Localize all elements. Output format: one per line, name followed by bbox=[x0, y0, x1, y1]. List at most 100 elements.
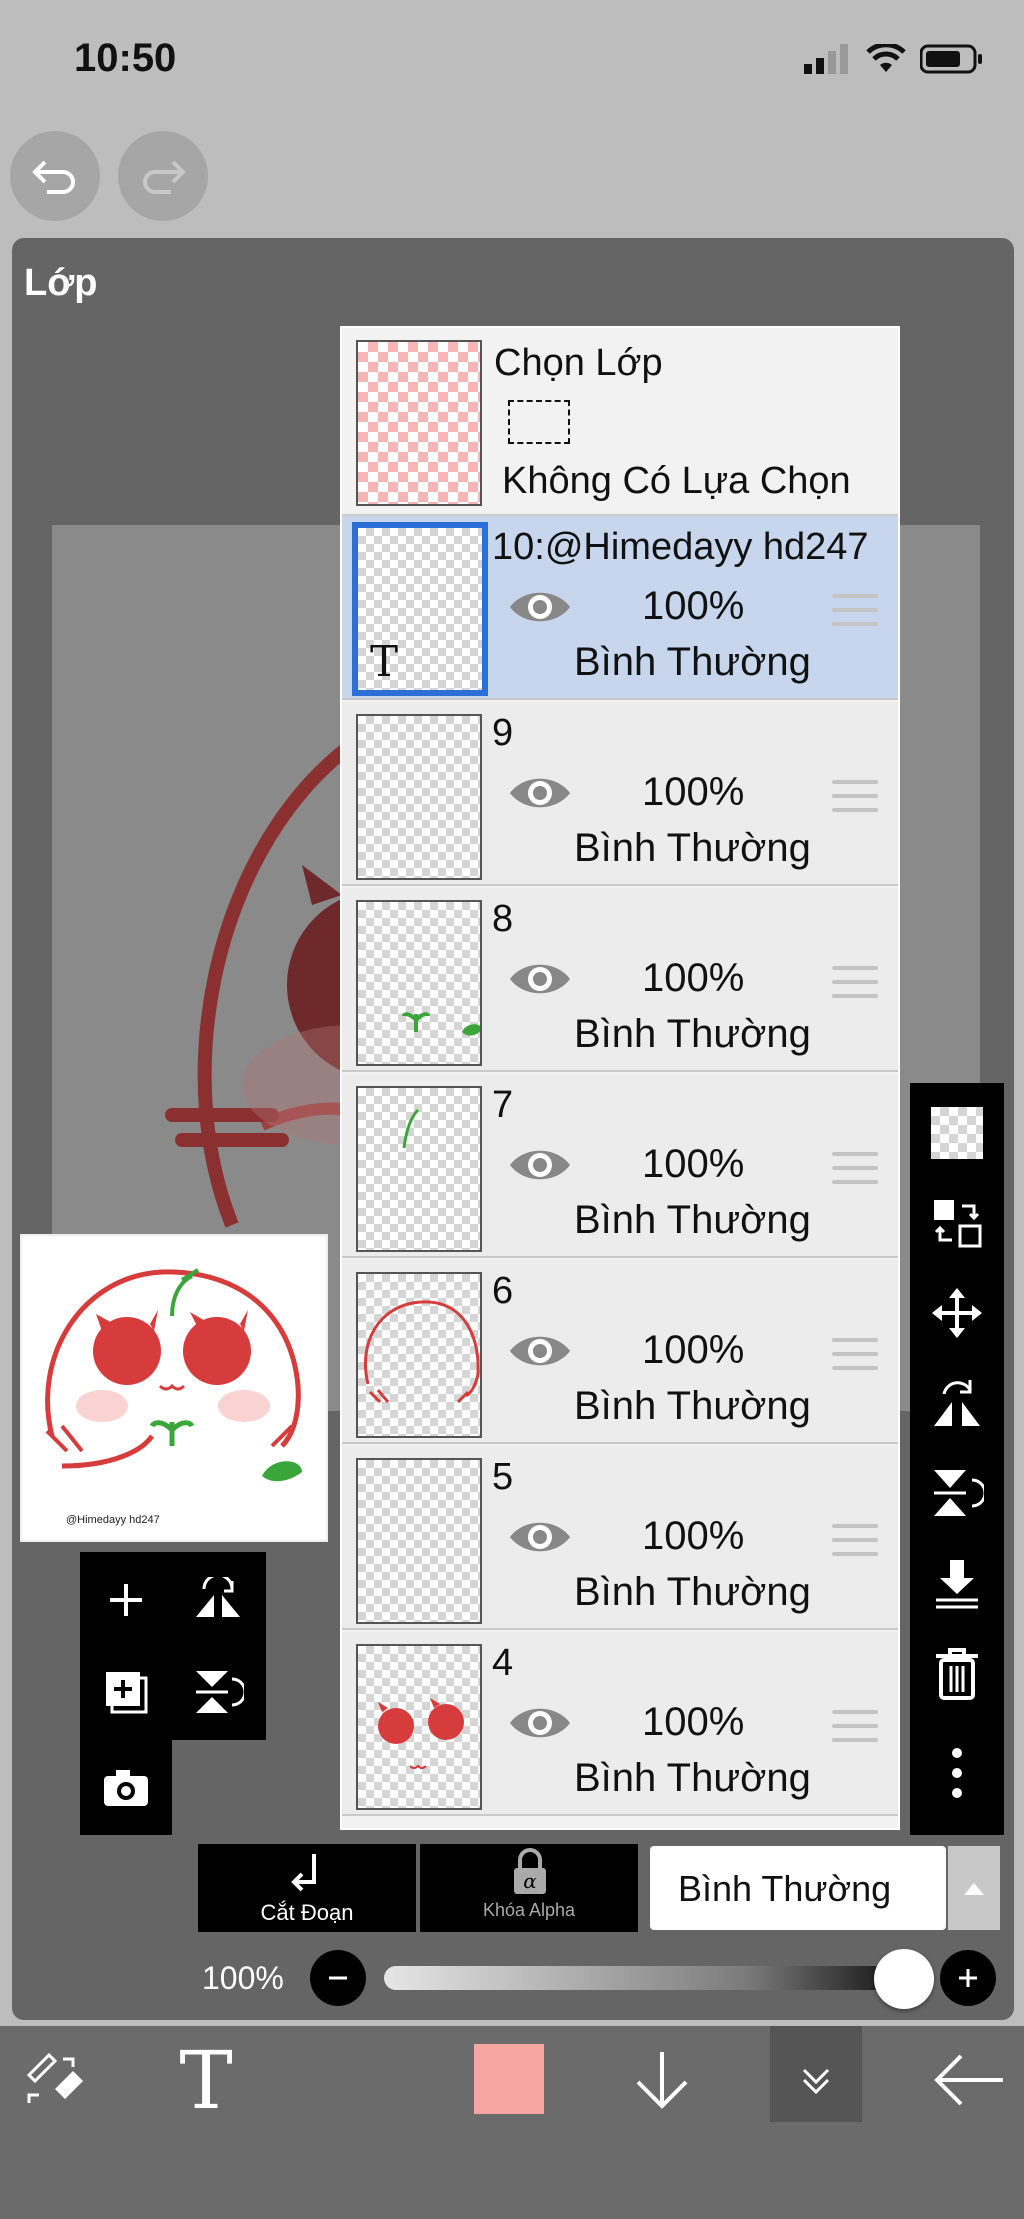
layer-blend-mode: Bình Thường bbox=[574, 640, 811, 684]
opacity-label: 100% bbox=[202, 1960, 284, 1996]
flip-vertical-icon bbox=[196, 1671, 244, 1713]
drag-handle-icon[interactable] bbox=[832, 594, 878, 636]
canvas-thumbnail: @Himedayy hd247 bbox=[20, 1234, 328, 1542]
opacity-decrease-button[interactable] bbox=[310, 1950, 366, 2006]
layer-name: 9 bbox=[492, 712, 514, 754]
flip-vertical-button[interactable] bbox=[188, 1662, 248, 1722]
more-options-button[interactable] bbox=[927, 1743, 987, 1803]
layer-opacity: 100% bbox=[642, 770, 745, 814]
drag-handle-icon[interactable] bbox=[832, 780, 878, 822]
drag-handle-icon[interactable] bbox=[832, 1524, 878, 1566]
collapse-button[interactable] bbox=[776, 2044, 856, 2116]
layer-content bbox=[378, 1698, 464, 1769]
layer-thumbnail bbox=[356, 1458, 482, 1624]
eye-icon[interactable] bbox=[506, 770, 574, 816]
layer-name: 8 bbox=[492, 898, 514, 940]
rotate-flip-button[interactable] bbox=[927, 1373, 987, 1433]
layer-name: 7 bbox=[492, 1084, 514, 1126]
clipping-button[interactable]: Cắt Đoạn bbox=[198, 1844, 416, 1932]
thumbnail-watermark: @Himedayy hd247 bbox=[66, 1514, 160, 1526]
blend-mode-dropdown-button[interactable] bbox=[948, 1846, 1000, 1930]
down-arrow-icon bbox=[636, 2052, 688, 2109]
opacity-slider[interactable] bbox=[384, 1966, 904, 1990]
duplicate-layer-icon bbox=[106, 1672, 148, 1714]
selection-marquee-icon bbox=[508, 400, 570, 444]
eye-icon[interactable] bbox=[506, 1328, 574, 1374]
thumbnail-drawing bbox=[45, 1268, 302, 1482]
layer-list: Chọn Lớp Không Có Lựa Chọn T 10:@Himeday… bbox=[340, 326, 900, 1830]
swap-icon bbox=[934, 1200, 982, 1248]
text-tool-button[interactable]: T bbox=[166, 2036, 246, 2126]
layer-row[interactable]: 4 100% Bình Thường bbox=[342, 1632, 898, 1816]
eye-icon[interactable] bbox=[506, 1142, 574, 1188]
layer-name: 10:@Himedayy hd247 bbox=[492, 526, 869, 568]
eye-icon[interactable] bbox=[506, 956, 574, 1002]
duplicate-layer-button[interactable] bbox=[96, 1662, 156, 1722]
current-color-swatch[interactable] bbox=[474, 2044, 544, 2114]
eraser-icon bbox=[26, 2052, 83, 2103]
blend-mode-select[interactable]: Bình Thường bbox=[650, 1846, 946, 1930]
layer-row[interactable]: 5 100% Bình Thường bbox=[342, 1446, 898, 1630]
right-toolbar bbox=[910, 1083, 1004, 1835]
layer-thumbnail bbox=[356, 1272, 482, 1438]
back-arrow-icon bbox=[934, 2054, 1003, 2106]
drag-handle-icon[interactable] bbox=[832, 1710, 878, 1752]
left-toolbar-bottom bbox=[80, 1740, 172, 1835]
download-button[interactable] bbox=[622, 2040, 702, 2120]
more-icon bbox=[952, 1748, 962, 1798]
layer-content bbox=[363, 1300, 480, 1404]
transparent-layer-button[interactable] bbox=[927, 1103, 987, 1163]
merge-down-icon bbox=[936, 1560, 978, 1609]
minus-icon bbox=[329, 1976, 347, 1980]
layer-thumbnail bbox=[356, 1644, 482, 1810]
flip-vertical-layer-button[interactable] bbox=[927, 1463, 987, 1523]
layer-row[interactable]: 6 100% Bình Thường bbox=[342, 1260, 898, 1444]
add-layer-button[interactable] bbox=[96, 1570, 156, 1630]
undo-button[interactable] bbox=[10, 131, 100, 221]
trash-icon bbox=[936, 1648, 978, 1700]
layer-row[interactable]: T 10:@Himedayy hd247 100% Bình Thường bbox=[342, 516, 898, 700]
delete-layer-button[interactable] bbox=[927, 1643, 987, 1703]
alpha-lock-label: Khóa Alpha bbox=[482, 1900, 576, 1920]
opacity-increase-button[interactable] bbox=[940, 1950, 996, 2006]
drag-handle-icon[interactable] bbox=[832, 1152, 878, 1194]
lock-icon: α bbox=[514, 1848, 546, 1894]
layer-opacity: 100% bbox=[642, 1142, 745, 1186]
status-time: 10:50 bbox=[74, 36, 177, 80]
layer-opacity: 100% bbox=[642, 1328, 745, 1372]
eye-icon[interactable] bbox=[506, 1700, 574, 1746]
text-layer-icon: T bbox=[370, 637, 399, 686]
plus-icon bbox=[959, 1969, 977, 1987]
camera-button[interactable] bbox=[96, 1758, 156, 1818]
flip-horizontal-button[interactable] bbox=[188, 1570, 248, 1630]
layer-opacity: 100% bbox=[642, 1700, 745, 1744]
layer-thumbnail bbox=[356, 900, 482, 1066]
layer-row[interactable]: 7 100% Bình Thường bbox=[342, 1074, 898, 1258]
eye-icon[interactable] bbox=[506, 1514, 574, 1560]
layer-blend-mode: Bình Thường bbox=[574, 826, 811, 870]
layer-row[interactable]: 8 100% Bình Thường bbox=[342, 888, 898, 1072]
layer-thumbnail bbox=[356, 714, 482, 880]
move-layer-button[interactable] bbox=[927, 1283, 987, 1343]
select-layer-row[interactable]: Chọn Lớp Không Có Lựa Chọn bbox=[342, 328, 898, 516]
opacity-slider-knob[interactable] bbox=[874, 1949, 934, 2009]
alpha-lock-button[interactable]: α Khóa Alpha bbox=[420, 1844, 638, 1932]
merge-down-button[interactable] bbox=[927, 1553, 987, 1613]
drag-handle-icon[interactable] bbox=[832, 966, 878, 1008]
undo-icon bbox=[32, 160, 75, 194]
eye-icon[interactable] bbox=[506, 584, 574, 630]
layer-row[interactable]: 9 100% Bình Thường bbox=[342, 702, 898, 886]
dialog-title: Lớp bbox=[24, 262, 98, 304]
swap-layer-button[interactable] bbox=[927, 1193, 987, 1253]
layer-content bbox=[402, 1108, 420, 1149]
flip-horizontal-icon bbox=[196, 1577, 240, 1617]
drag-handle-icon[interactable] bbox=[832, 1338, 878, 1380]
camera-icon bbox=[104, 1770, 148, 1806]
redo-button[interactable] bbox=[118, 131, 208, 221]
layer-name: 4 bbox=[492, 1642, 514, 1684]
layer-thumbnail: T bbox=[352, 522, 488, 696]
rotate-flip-icon bbox=[934, 1380, 980, 1426]
back-button[interactable] bbox=[924, 2040, 1014, 2120]
eraser-tool-button[interactable] bbox=[14, 2040, 94, 2120]
blend-mode-value: Bình Thường bbox=[678, 1868, 892, 1909]
